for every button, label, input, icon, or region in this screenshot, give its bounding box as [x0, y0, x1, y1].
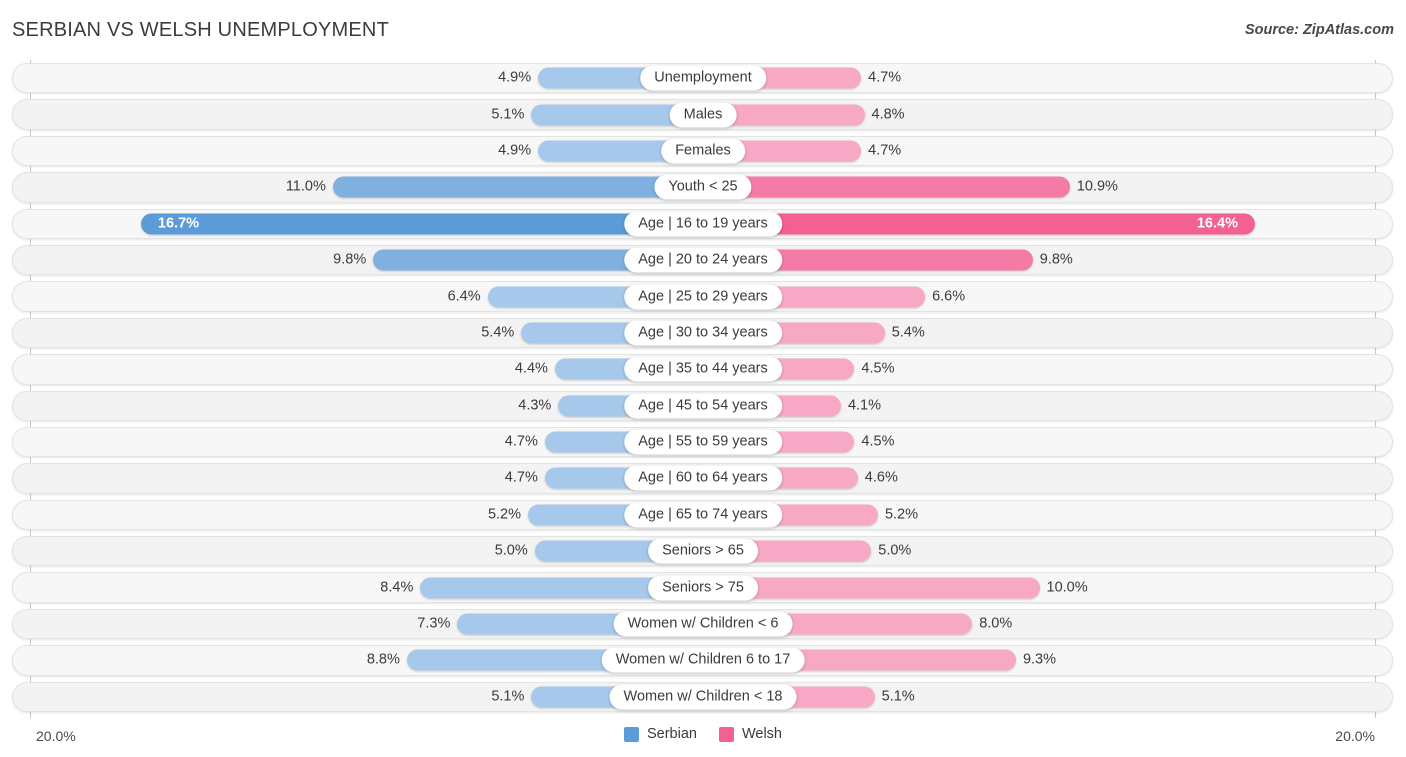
value-label-welsh: 5.1% — [881, 688, 915, 705]
bar-rows-container: 4.9% 4.7% Unemployment 5.1% 4.8% Males 4.9% 4.7… — [0, 60, 1406, 715]
chart-page: SERBIAN VS WELSH UNEMPLOYMENT Source: Zi… — [0, 0, 1406, 757]
bar-row: 5.4% 5.4% Age | 30 to 34 years — [0, 315, 1406, 351]
bar-row: 7.3% 8.0% Women w/ Children < 6 — [0, 606, 1406, 642]
bar-row: 4.9% 4.7% Unemployment — [0, 60, 1406, 96]
value-label-welsh: 4.5% — [861, 433, 895, 450]
value-label-welsh: 6.6% — [932, 288, 966, 305]
bar-row: 4.3% 4.1% Age | 45 to 54 years — [0, 388, 1406, 424]
value-label-welsh: 8.0% — [979, 615, 1013, 632]
category-label: Unemployment — [640, 65, 766, 91]
value-label-serbian: 4.3% — [518, 397, 552, 414]
value-label-serbian: 5.4% — [481, 324, 515, 341]
axis-max-label-right: 20.0% — [1335, 728, 1375, 744]
value-label-welsh: 5.0% — [878, 542, 912, 559]
value-label-welsh: 4.7% — [868, 69, 902, 86]
bar-welsh — [703, 176, 1070, 198]
bar-row: 16.7% 16.4% Age | 16 to 19 years — [0, 206, 1406, 242]
bar-serbian — [332, 176, 703, 198]
chart-legend: Serbian Welsh — [623, 726, 783, 742]
value-label-serbian: 7.3% — [417, 615, 451, 632]
bar-row: 5.1% 4.8% Males — [0, 96, 1406, 132]
value-label-serbian: 6.4% — [447, 288, 481, 305]
chart-plot-area: 4.9% 4.7% Unemployment 5.1% 4.8% Males 4.9% 4.7… — [0, 60, 1406, 718]
bar-row: 4.7% 4.5% Age | 55 to 59 years — [0, 424, 1406, 460]
chart-footer: 20.0% 20.0% Serbian Welsh — [0, 718, 1406, 757]
category-label: Age | 16 to 19 years — [624, 211, 782, 237]
category-label: Age | 60 to 64 years — [624, 465, 782, 491]
value-label-serbian: 4.9% — [498, 69, 532, 86]
value-label-serbian: 4.7% — [504, 469, 538, 486]
value-label-serbian: 8.4% — [380, 579, 414, 596]
legend-swatch-icon — [623, 726, 639, 742]
legend-swatch-icon — [718, 726, 734, 742]
bar-row: 4.9% 4.7% Females — [0, 133, 1406, 169]
legend-item[interactable]: Serbian — [623, 726, 697, 742]
category-label: Age | 45 to 54 years — [624, 393, 782, 419]
category-label: Age | 65 to 74 years — [624, 502, 782, 528]
value-label-welsh: 4.7% — [868, 142, 902, 159]
bar-row: 9.8% 9.8% Age | 20 to 24 years — [0, 242, 1406, 278]
value-label-welsh: 5.4% — [891, 324, 925, 341]
value-label-welsh: 10.9% — [1076, 178, 1118, 195]
category-label: Age | 20 to 24 years — [624, 247, 782, 273]
value-label-welsh: 9.3% — [1022, 651, 1056, 668]
bar-welsh — [703, 213, 1255, 235]
category-label: Women w/ Children 6 to 17 — [601, 647, 805, 673]
value-label-welsh: 4.8% — [871, 106, 905, 123]
value-label-serbian: 5.2% — [487, 506, 522, 523]
value-label-welsh: 9.8% — [1039, 251, 1073, 268]
source-attribution: Source: ZipAtlas.com — [1244, 22, 1394, 38]
bar-row: 4.7% 4.6% Age | 60 to 64 years — [0, 460, 1406, 496]
bar-row: 4.4% 4.5% Age | 35 to 44 years — [0, 351, 1406, 387]
value-label-serbian: 16.7% — [157, 215, 200, 232]
category-label: Women w/ Children < 6 — [613, 611, 793, 637]
bar-row: 5.2% 5.2% Age | 65 to 74 years — [0, 497, 1406, 533]
value-label-serbian: 4.7% — [504, 433, 538, 450]
chart-header: SERBIAN VS WELSH UNEMPLOYMENT Source: Zi… — [0, 0, 1406, 60]
value-label-welsh: 4.6% — [864, 469, 898, 486]
axis-max-label-left: 20.0% — [36, 728, 76, 744]
page-title: SERBIAN VS WELSH UNEMPLOYMENT — [12, 19, 389, 41]
bar-row: 6.4% 6.6% Age | 25 to 29 years — [0, 278, 1406, 314]
bar-row: 8.8% 9.3% Women w/ Children 6 to 17 — [0, 642, 1406, 678]
category-label: Seniors > 75 — [648, 575, 758, 601]
legend-item[interactable]: Welsh — [718, 726, 783, 742]
category-label: Seniors > 65 — [648, 538, 758, 564]
category-label: Age | 25 to 29 years — [624, 284, 782, 310]
value-label-serbian: 5.1% — [491, 106, 525, 123]
bar-serbian — [141, 213, 703, 235]
value-label-serbian: 4.4% — [514, 360, 548, 377]
value-label-serbian: 5.1% — [491, 688, 525, 705]
value-label-serbian: 4.9% — [498, 142, 532, 159]
category-label: Males — [669, 102, 737, 128]
value-label-serbian: 11.0% — [285, 178, 326, 195]
category-label: Women w/ Children < 18 — [609, 684, 797, 710]
value-label-welsh: 4.1% — [847, 397, 882, 414]
category-label: Age | 35 to 44 years — [624, 356, 782, 382]
value-label-welsh: 5.2% — [884, 506, 919, 523]
category-label: Females — [661, 138, 745, 164]
bar-row: 5.1% 5.1% Women w/ Children < 18 — [0, 679, 1406, 715]
legend-label: Serbian — [646, 726, 697, 742]
legend-label: Welsh — [741, 726, 783, 742]
value-label-welsh: 4.5% — [861, 360, 895, 377]
bar-row: 5.0% 5.0% Seniors > 65 — [0, 533, 1406, 569]
value-label-welsh: 10.0% — [1046, 579, 1088, 596]
category-label: Age | 55 to 59 years — [624, 429, 782, 455]
bar-row: 8.4% 10.0% Seniors > 75 — [0, 569, 1406, 605]
value-label-serbian: 9.8% — [333, 251, 367, 268]
bar-row: 11.0% 10.9% Youth < 25 — [0, 169, 1406, 205]
value-label-serbian: 8.8% — [366, 651, 400, 668]
category-label: Youth < 25 — [654, 174, 752, 200]
value-label-serbian: 5.0% — [494, 542, 528, 559]
value-label-welsh: 16.4% — [1196, 215, 1238, 232]
category-label: Age | 30 to 34 years — [624, 320, 782, 346]
